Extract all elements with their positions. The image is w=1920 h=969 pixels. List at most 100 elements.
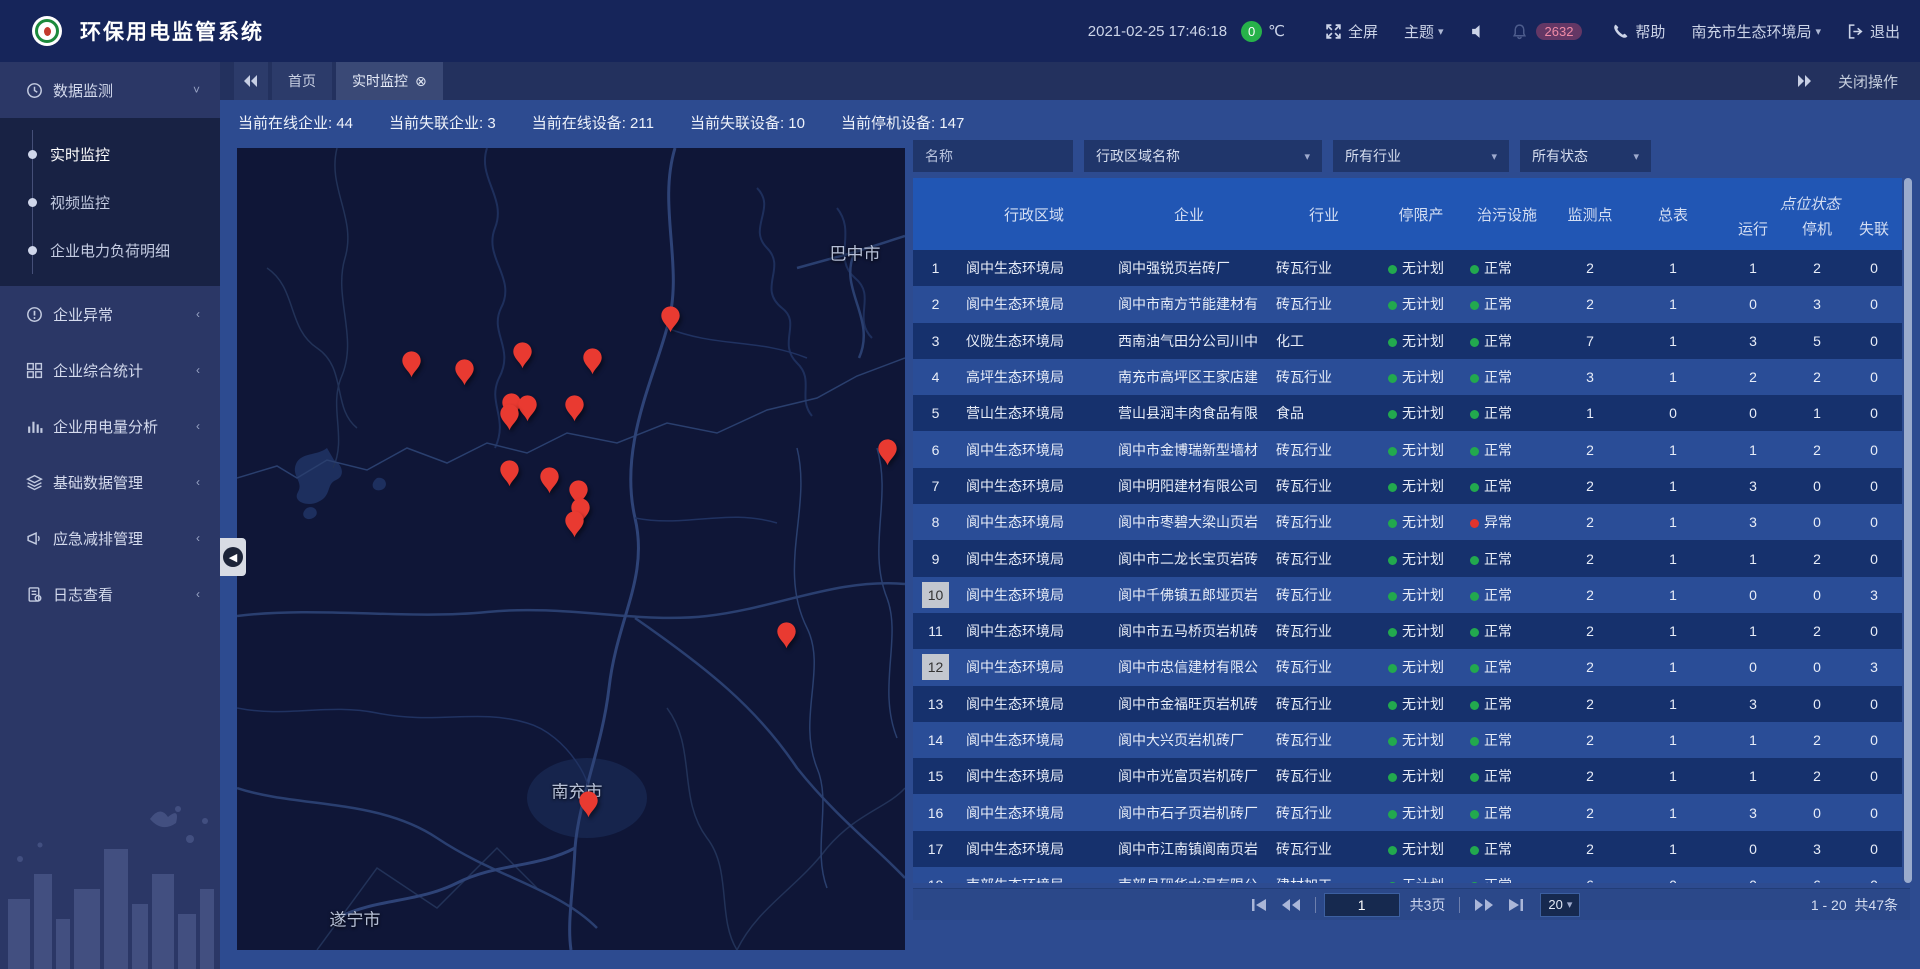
table-row[interactable]: 15阆中生态环境局阆中市光富页岩机砖厂砖瓦行业无计划正常21120 <box>913 758 1902 794</box>
map-pin[interactable] <box>564 510 585 539</box>
column-header-运行[interactable]: 运行 <box>1718 216 1788 250</box>
table-row[interactable]: 6阆中生态环境局阆中市金博瑞新型墙材砖瓦行业无计划正常21120 <box>913 431 1902 467</box>
map-pin[interactable] <box>499 403 520 432</box>
region-filter-select[interactable]: 行政区域名称 ▾ <box>1084 140 1322 172</box>
chevron-left-icon: ‹ <box>196 475 200 489</box>
tabs-scroll-left-button[interactable] <box>234 62 268 100</box>
cell-lost: 0 <box>1846 877 1902 883</box>
map-pin[interactable] <box>454 358 475 387</box>
sidebar-item-企业用电量分析[interactable]: 企业用电量分析‹ <box>0 398 220 454</box>
map-pin[interactable] <box>517 394 538 423</box>
sidebar-item-日志查看[interactable]: 日志查看‹ <box>0 566 220 622</box>
row-index: 4 <box>913 364 958 390</box>
industry-filter-select[interactable]: 所有行业 ▾ <box>1333 140 1509 172</box>
chevron-left-icon: ◀ <box>229 551 237 564</box>
row-index-badge: 8 <box>926 509 946 535</box>
table-row[interactable]: 9阆中生态环境局阆中市二龙长宝页岩砖砖瓦行业无计划正常21120 <box>913 540 1902 576</box>
next-page-button[interactable] <box>1474 897 1494 913</box>
sidebar-subitem-实时监控[interactable]: 实时监控 <box>0 130 220 178</box>
sidebar-subitem-视频监控[interactable]: 视频监控 <box>0 178 220 226</box>
map-pin[interactable] <box>578 790 599 819</box>
fullscreen-icon <box>1325 23 1342 40</box>
mute-button[interactable] <box>1470 23 1493 40</box>
column-header-index[interactable] <box>913 178 958 250</box>
table-row[interactable]: 4高坪生态环境局南充市高坪区王家店建砖瓦行业无计划正常31220 <box>913 359 1902 395</box>
table-row[interactable]: 17阆中生态环境局阆中市江南镇阆南页岩砖瓦行业无计划正常21030 <box>913 831 1902 867</box>
status-dot-green <box>1388 374 1397 383</box>
tab-首页[interactable]: 首页 <box>272 62 332 100</box>
column-header-行业[interactable]: 行业 <box>1268 178 1380 250</box>
cell-lost: 0 <box>1846 369 1902 385</box>
table-row[interactable]: 8阆中生态环境局阆中市枣碧大梁山页岩砖瓦行业无计划异常21300 <box>913 504 1902 540</box>
table-row[interactable]: 11阆中生态环境局阆中市五马桥页岩机砖砖瓦行业无计划正常21120 <box>913 613 1902 649</box>
row-index: 18 <box>913 872 958 883</box>
chevron-left-icon: ‹ <box>196 307 200 321</box>
table-row[interactable]: 1阆中生态环境局阆中强锐页岩砖厂砖瓦行业无计划正常21120 <box>913 250 1902 286</box>
sidebar-item-企业异常[interactable]: 企业异常‹ <box>0 286 220 342</box>
map-pin[interactable] <box>564 394 585 423</box>
table-row[interactable]: 12阆中生态环境局阆中市忠信建材有限公砖瓦行业无计划正常21003 <box>913 649 1902 685</box>
cell-plan-status: 无计划 <box>1380 476 1462 496</box>
page-number-input[interactable] <box>1324 893 1400 917</box>
map-pin[interactable] <box>776 621 797 650</box>
map-pin[interactable] <box>539 466 560 495</box>
chevron-left-icon: ‹ <box>196 587 200 601</box>
status-dot-green <box>1470 556 1479 565</box>
notifications[interactable]: 2632 <box>1511 23 1583 40</box>
table-row[interactable]: 10阆中生态环境局阆中千佛镇五郎垭页岩砖瓦行业无计划正常21003 <box>913 577 1902 613</box>
map-pin[interactable] <box>582 347 603 376</box>
sidebar-item-企业综合统计[interactable]: 企业综合统计‹ <box>0 342 220 398</box>
table-row[interactable]: 2阆中生态环境局阆中市南方节能建材有砖瓦行业无计划正常21030 <box>913 286 1902 322</box>
org-dropdown[interactable]: 南充市生态环境局▾ <box>1691 21 1821 42</box>
table-row[interactable]: 7阆中生态环境局阆中明阳建材有限公司砖瓦行业无计划正常21300 <box>913 468 1902 504</box>
prev-page-button[interactable] <box>1281 897 1301 913</box>
logout-button[interactable]: 退出 <box>1847 21 1900 42</box>
first-page-button[interactable] <box>1249 897 1269 913</box>
cell-bureau: 阆中生态环境局 <box>958 512 1110 532</box>
column-header-总表[interactable]: 总表 <box>1628 178 1718 250</box>
tab-close-icon[interactable]: ⊗ <box>415 73 427 90</box>
tab-实时监控[interactable]: 实时监控⊗ <box>336 62 443 100</box>
cell-running: 3 <box>1718 514 1788 530</box>
table-row[interactable]: 14阆中生态环境局阆中大兴页岩机砖厂砖瓦行业无计划正常21120 <box>913 722 1902 758</box>
help-button[interactable]: 帮助 <box>1612 21 1665 42</box>
table-row[interactable]: 16阆中生态环境局阆中市石子页岩机砖厂砖瓦行业无计划正常21300 <box>913 794 1902 830</box>
cell-industry: 砖瓦行业 <box>1268 730 1380 750</box>
name-filter-input[interactable] <box>913 140 1073 172</box>
table-row[interactable]: 13阆中生态环境局阆中市金福旺页岩机砖砖瓦行业无计划正常21300 <box>913 686 1902 722</box>
close-operations-button[interactable]: 关闭操作 <box>1838 71 1898 92</box>
last-page-button[interactable] <box>1506 897 1526 913</box>
map-pin[interactable] <box>512 341 533 370</box>
map-panel[interactable]: 巴中市南充市遂宁市 <box>237 148 905 950</box>
cell-company: 阆中市忠信建材有限公 <box>1110 657 1268 677</box>
cell-running: 3 <box>1718 696 1788 712</box>
map-collapse-button[interactable]: ◀ <box>220 538 246 576</box>
sidebar-item-基础数据管理[interactable]: 基础数据管理‹ <box>0 454 220 510</box>
theme-dropdown[interactable]: 主题▾ <box>1404 21 1444 42</box>
sidebar-item-应急减排管理[interactable]: 应急减排管理‹ <box>0 510 220 566</box>
page-size-select[interactable]: 20 ▾ <box>1540 893 1580 917</box>
column-header-企业[interactable]: 企业 <box>1110 178 1268 250</box>
sidebar-item-数据监测[interactable]: 数据监测˅ <box>0 62 220 118</box>
cell-plan-status: 无计划 <box>1380 694 1462 714</box>
sidebar-subitem-企业电力负荷明细[interactable]: 企业电力负荷明细 <box>0 226 220 274</box>
column-header-治污设施[interactable]: 治污设施 <box>1462 178 1552 250</box>
column-header-停限产[interactable]: 停限产 <box>1380 178 1462 250</box>
table-scrollbar[interactable] <box>1904 178 1912 883</box>
table-row[interactable]: 5营山生态环境局营山县润丰肉食品有限食品无计划正常10010 <box>913 395 1902 431</box>
map-pin[interactable] <box>499 459 520 488</box>
column-header-行政区域[interactable]: 行政区域 <box>958 178 1110 250</box>
table-row[interactable]: 3仪陇生态环境局西南油气田分公司川中化工无计划正常71350 <box>913 323 1902 359</box>
cell-plan-status: 无计划 <box>1380 766 1462 786</box>
fullscreen-button[interactable]: 全屏 <box>1325 21 1378 42</box>
cell-bureau: 阆中生态环境局 <box>958 657 1110 677</box>
column-header-失联[interactable]: 失联 <box>1846 216 1902 250</box>
map-pin[interactable] <box>660 305 681 334</box>
status-filter-select[interactable]: 所有状态 ▾ <box>1520 140 1651 172</box>
table-row[interactable]: 18南部生态环境局南部县砚华水泥有限公建材加工无计划正常60060 <box>913 867 1902 883</box>
tabs-scroll-right-button[interactable] <box>1798 75 1812 87</box>
column-header-停机[interactable]: 停机 <box>1788 216 1846 250</box>
map-pin[interactable] <box>877 438 898 467</box>
map-pin[interactable] <box>401 350 422 379</box>
column-header-监测点[interactable]: 监测点 <box>1552 178 1628 250</box>
